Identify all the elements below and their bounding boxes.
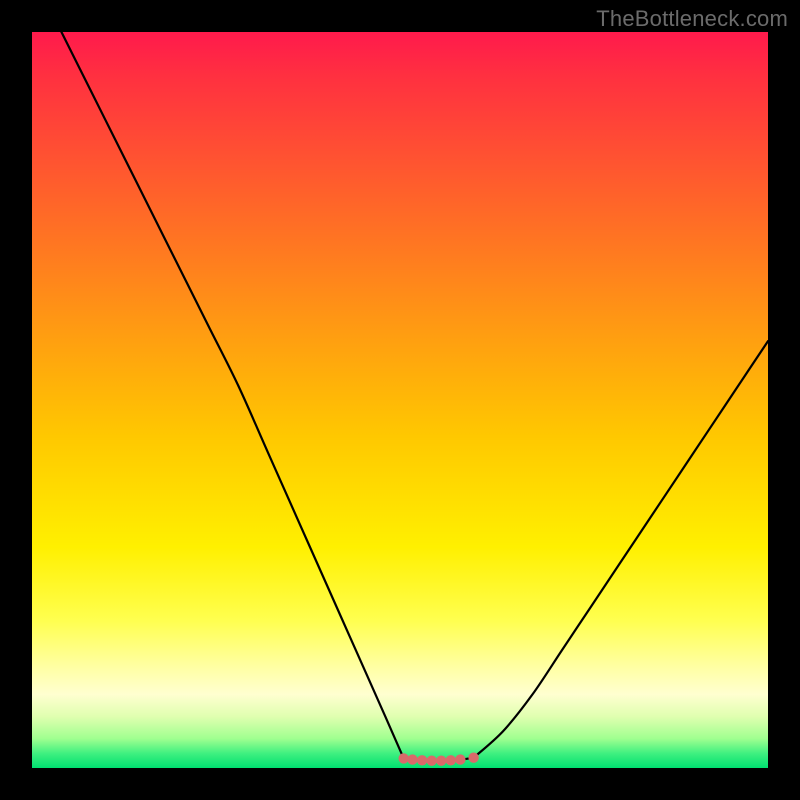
plot-area	[32, 32, 768, 768]
valley-dot	[446, 755, 456, 765]
watermark-text: TheBottleneck.com	[596, 6, 788, 32]
valley-dot	[407, 754, 417, 764]
valley-dot	[455, 754, 465, 764]
curve-layer	[32, 32, 768, 768]
chart-frame: TheBottleneck.com	[0, 0, 800, 800]
valley-dot	[468, 753, 478, 763]
left-curve-path	[61, 32, 403, 758]
valley-dot	[436, 755, 446, 765]
valley-dot	[426, 755, 436, 765]
valley-dot	[417, 755, 427, 765]
right-curve-path	[474, 341, 768, 758]
valley-dot	[398, 753, 408, 763]
